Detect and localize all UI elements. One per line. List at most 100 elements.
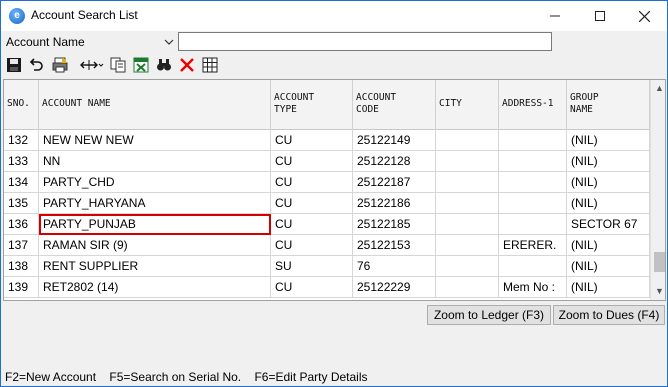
cell-address[interactable] [499, 214, 567, 235]
scroll-up-icon[interactable]: ▲ [651, 80, 665, 97]
table-row[interactable]: 137 RAMAN SIR (9) CU 25122153 ERERER. (NIL) [4, 235, 650, 256]
scroll-down-icon[interactable]: ▼ [651, 283, 665, 300]
cell-address[interactable] [499, 130, 567, 151]
cell-name[interactable]: PARTY_CHD [39, 172, 271, 193]
cell-code[interactable]: 25122187 [353, 172, 436, 193]
delete-icon[interactable] [178, 56, 196, 74]
search-input[interactable] [178, 32, 552, 51]
cell-group[interactable]: (NIL) [567, 256, 650, 277]
cell-code[interactable]: 25122186 [353, 193, 436, 214]
account-search-window: e Account Search List Account Name SNO. … [0, 0, 668, 387]
close-icon [639, 10, 650, 22]
table-row[interactable]: 138 RENT SUPPLIER SU 76 (NIL) [4, 256, 650, 277]
header-account-code-line2: CODE [356, 104, 379, 115]
cell-type[interactable]: SU [271, 256, 353, 277]
header-city[interactable]: CITY [436, 80, 499, 130]
title-bar: e Account Search List [1, 1, 667, 31]
cell-type[interactable]: CU [271, 130, 353, 151]
cell-group[interactable]: (NIL) [567, 151, 650, 172]
cell-address[interactable]: ERERER. [499, 235, 567, 256]
cell-city[interactable] [436, 235, 499, 256]
cell-address[interactable] [499, 172, 567, 193]
cell-sno[interactable]: 139 [4, 277, 39, 298]
cell-sno[interactable]: 135 [4, 193, 39, 214]
cell-code[interactable]: 76 [353, 256, 436, 277]
header-account-name[interactable]: ACCOUNT NAME [39, 80, 271, 130]
cell-address[interactable]: Mem No : [499, 277, 567, 298]
cell-type[interactable]: CU [271, 235, 353, 256]
cell-group[interactable]: (NIL) [567, 130, 650, 151]
table-row[interactable]: 134 PARTY_CHD CU 25122187 (NIL) [4, 172, 650, 193]
table-row[interactable]: 136 PARTY_PUNJAB CU 25122185 SECTOR 67 [4, 214, 650, 235]
cell-city[interactable] [436, 193, 499, 214]
cell-sno[interactable]: 136 [4, 214, 39, 235]
cell-sno[interactable]: 137 [4, 235, 39, 256]
cell-type[interactable]: CU [271, 172, 353, 193]
table-row[interactable]: 139 RET2802 (14) CU 25122229 Mem No : (NIL) [4, 277, 650, 298]
cell-name[interactable]: NEW NEW NEW [39, 130, 271, 151]
cell-type[interactable]: CU [271, 277, 353, 298]
header-account-type[interactable]: ACCOUNT TYPE [271, 80, 353, 130]
close-button[interactable] [622, 1, 667, 31]
header-address[interactable]: ADDRESS-1 [499, 80, 567, 130]
cell-sno[interactable]: 133 [4, 151, 39, 172]
cell-city[interactable] [436, 214, 499, 235]
cell-sno[interactable]: 134 [4, 172, 39, 193]
cell-name[interactable]: RET2802 (14) [39, 277, 271, 298]
cell-name[interactable]: PARTY_HARYANA [39, 193, 271, 214]
minimize-button[interactable] [532, 1, 577, 31]
save-icon[interactable] [5, 56, 23, 74]
cell-address[interactable] [499, 151, 567, 172]
cell-address[interactable] [499, 193, 567, 214]
maximize-icon [594, 11, 605, 21]
cell-group[interactable]: (NIL) [567, 193, 650, 214]
header-account-code[interactable]: ACCOUNT CODE [353, 80, 436, 130]
column-width-icon[interactable] [79, 56, 105, 74]
cell-city[interactable] [436, 130, 499, 151]
cell-city[interactable] [436, 277, 499, 298]
cell-address[interactable] [499, 256, 567, 277]
cell-city[interactable] [436, 151, 499, 172]
cell-type[interactable]: CU [271, 214, 353, 235]
cell-sno[interactable]: 132 [4, 130, 39, 151]
cell-code[interactable]: 25122229 [353, 277, 436, 298]
cell-type[interactable]: CU [271, 193, 353, 214]
zoom-to-ledger-button[interactable]: Zoom to Ledger (F3) [427, 305, 551, 325]
zoom-to-dues-button[interactable]: Zoom to Dues (F4) [553, 305, 665, 325]
vertical-scrollbar[interactable]: ▲ ▼ [650, 80, 665, 300]
find-icon[interactable] [155, 56, 173, 74]
header-account-type-line1: ACCOUNT [274, 92, 315, 103]
cell-code[interactable]: 25122185 [353, 214, 436, 235]
cell-name[interactable]: RAMAN SIR (9) [39, 235, 271, 256]
print-icon[interactable] [51, 56, 69, 74]
cell-type[interactable]: CU [271, 151, 353, 172]
grid-icon[interactable] [201, 56, 219, 74]
cell-code[interactable]: 25122149 [353, 130, 436, 151]
header-group-name[interactable]: GROUP NAME [567, 80, 650, 130]
cell-group[interactable]: SECTOR 67 [567, 214, 650, 235]
copy-icon[interactable] [109, 56, 127, 74]
header-group-name-line2: NAME [570, 104, 593, 115]
cell-code[interactable]: 25122128 [353, 151, 436, 172]
table-row[interactable]: 133 NN CU 25122128 (NIL) [4, 151, 650, 172]
cell-name[interactable]: PARTY_PUNJAB [39, 214, 271, 235]
cell-group[interactable]: (NIL) [567, 235, 650, 256]
table-row[interactable]: 135 PARTY_HARYANA CU 25122186 (NIL) [4, 193, 650, 214]
table-row[interactable]: 132 NEW NEW NEW CU 25122149 (NIL) [4, 130, 650, 151]
cell-name[interactable]: NN [39, 151, 271, 172]
maximize-button[interactable] [577, 1, 622, 31]
cell-name[interactable]: RENT SUPPLIER [39, 256, 271, 277]
search-field-select[interactable]: Account Name [4, 33, 176, 51]
cell-code[interactable]: 25122153 [353, 235, 436, 256]
cell-city[interactable] [436, 256, 499, 277]
cell-group[interactable]: (NIL) [567, 277, 650, 298]
undo-icon[interactable] [27, 56, 45, 74]
cell-group[interactable]: (NIL) [567, 172, 650, 193]
account-grid[interactable]: SNO. ACCOUNT NAME ACCOUNT TYPE ACCOUNT C… [3, 79, 666, 301]
scroll-thumb[interactable] [654, 252, 665, 272]
cell-city[interactable] [436, 172, 499, 193]
header-sno[interactable]: SNO. [4, 80, 39, 130]
cell-sno[interactable]: 138 [4, 256, 39, 277]
excel-icon[interactable] [132, 56, 150, 74]
minimize-icon [549, 15, 560, 17]
